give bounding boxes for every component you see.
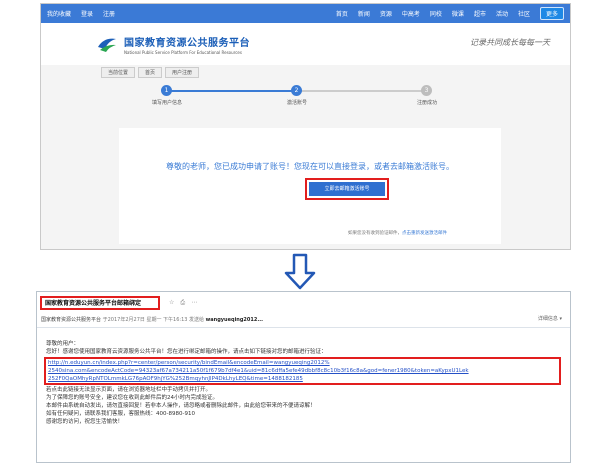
email-tip: 本邮件由系统自动发出，请勿直接回复！若非本人操作，请忽略或者删除此邮件，由此给您… [46, 403, 316, 409]
verification-link-box: http://n.eduyun.cn/index.php?r=center/pe… [44, 357, 561, 385]
logo-text: 国家教育资源公共服务平台 National Public Service Pla… [124, 34, 250, 55]
resend-hint-text: 如果您没有收到验证邮件， [348, 231, 402, 236]
nav-activity-link[interactable]: 活动 [496, 9, 508, 18]
nav-school-link[interactable]: 同校 [430, 9, 442, 18]
star-icon[interactable]: ☆ [169, 299, 174, 307]
email-tip: 若点击此链接无法显示页面，请在浏览器地址栏中手动拷贝并打开。 [46, 387, 212, 393]
nav-news-link[interactable]: 新闻 [358, 9, 370, 18]
email-tip: 如有任何疑问，请联系我们客服，客服热线：400-8980-910 [46, 411, 195, 417]
top-navbar: 我的收藏 登录 注册 首页 新闻 资源 中高考 同校 微课 超市 活动 社区 更… [41, 4, 570, 23]
success-message: 尊敬的老师，您已成功申请了账号！您现在可以直接登录，或者去邮箱激活账号。 [166, 162, 454, 171]
nav-left: 我的收藏 登录 注册 [47, 9, 115, 18]
nav-exam-link[interactable]: 中高考 [402, 9, 420, 18]
nav-market-link[interactable]: 超市 [474, 9, 486, 18]
email-time: 于2017年2月27日 星期一 下午16:13 发送给 [102, 317, 205, 323]
nav-favorites-link[interactable]: 我的收藏 [47, 9, 71, 18]
nav-more-button[interactable]: 更多 [539, 7, 564, 20]
step-3-dot: 3 [421, 85, 432, 96]
screenshot-root: 我的收藏 登录 注册 首页 新闻 资源 中高考 同校 微课 超市 活动 社区 更… [0, 0, 600, 473]
print-icon[interactable]: ⎙ [180, 299, 185, 307]
activation-card: 尊敬的老师，您已成功申请了账号！您现在可以直接登录，或者去邮箱激活账号。 立即去… [119, 128, 501, 244]
email-recipient[interactable]: wangyueqing2012... [206, 317, 263, 323]
nav-home-link[interactable]: 首页 [336, 9, 348, 18]
breadcrumb-home[interactable]: 首页 [138, 66, 163, 78]
breadcrumb-register: 用户注册 [165, 66, 200, 78]
step-1-dot: 1 [161, 85, 172, 96]
email-intro: 您好！感谢您使用国家教育云资源服务公共平台！您在进行绑定邮箱的操作，请点击如下链… [46, 349, 327, 355]
step-pending-line [296, 90, 426, 92]
email-header: 国家教育资源公共服务平台邮箱绑定 ☆ ⎙ ⋯ 国家教育资源公共服务平台 于201… [37, 292, 570, 328]
verification-link-line[interactable]: 252F0QaOMhyRpNTOLmmkLG76pAOF9hjYG%252Bmq… [48, 375, 557, 383]
nav-microclass-link[interactable]: 微课 [452, 9, 464, 18]
breadcrumb-current-label: 当前位置 [101, 66, 136, 78]
resend-email-link[interactable]: 点击重新发送激活邮件 [402, 231, 447, 236]
breadcrumb: 当前位置 首页 用户注册 [41, 65, 570, 79]
logo-subtitle: National Public Service Platform For Edu… [124, 49, 242, 55]
registration-steps: 1 2 3 填写用户信息 激活账号 注册成功 [41, 83, 570, 113]
step-3-label: 注册成功 [416, 100, 438, 106]
logo-title: 国家教育资源公共服务平台 [124, 37, 250, 49]
email-sender[interactable]: 国家教育资源公共服务平台 [41, 317, 101, 323]
down-arrow-icon [284, 253, 316, 290]
slogan: 记录共同成长每每一天 [470, 38, 550, 47]
nav-login-link[interactable]: 登录 [81, 9, 93, 18]
step-2-label: 激活账号 [286, 100, 308, 106]
email-body: 尊敬的用户： 您好！感谢您使用国家教育云资源服务公共平台！您在进行绑定邮箱的操作… [44, 340, 566, 426]
nav-register-link[interactable]: 注册 [103, 9, 115, 18]
email-actions: ☆ ⎙ ⋯ [169, 299, 197, 307]
activate-email-button[interactable]: 立即去邮箱激活账号 [309, 182, 385, 196]
nav-community-link[interactable]: 社区 [518, 9, 530, 18]
email-subject: 国家教育资源公共服务平台邮箱绑定 [45, 300, 142, 307]
verification-link-line[interactable]: http://n.eduyun.cn/index.php?r=center/pe… [48, 359, 557, 367]
verification-link-line[interactable]: 2540sina.com&encodeActCode=94323af67a734… [48, 367, 557, 375]
step-progress-line [166, 90, 296, 92]
resend-hint: 如果您没有收到验证邮件，点击重新发送激活邮件 [348, 230, 447, 236]
site-header: 国家教育资源公共服务平台 National Public Service Pla… [41, 23, 570, 65]
email-greeting: 尊敬的用户： [46, 341, 80, 347]
platform-logo-icon[interactable] [96, 35, 118, 53]
registration-page: 我的收藏 登录 注册 首页 新闻 资源 中高考 同校 微课 超市 活动 社区 更… [40, 3, 571, 250]
nav-resources-link[interactable]: 资源 [380, 9, 392, 18]
more-icon[interactable]: ⋯ [191, 299, 197, 307]
email-meta: 国家教育资源公共服务平台 于2017年2月27日 星期一 下午16:13 发送给… [41, 316, 263, 323]
details-toggle[interactable]: 详细信息 ▾ [538, 315, 562, 322]
step-2-dot: 2 [291, 85, 302, 96]
email-tip: 为了保障您的账号安全，建议您在收到此邮件后的24小时内完成验证。 [46, 395, 219, 401]
email-tip: 感谢您的访问，祝您生活愉快！ [46, 419, 124, 425]
step-1-label: 填写用户信息 [151, 100, 183, 106]
email-view: 国家教育资源公共服务平台邮箱绑定 ☆ ⎙ ⋯ 国家教育资源公共服务平台 于201… [36, 291, 571, 463]
nav-right: 首页 新闻 资源 中高考 同校 微课 超市 活动 社区 更多 [336, 7, 564, 20]
